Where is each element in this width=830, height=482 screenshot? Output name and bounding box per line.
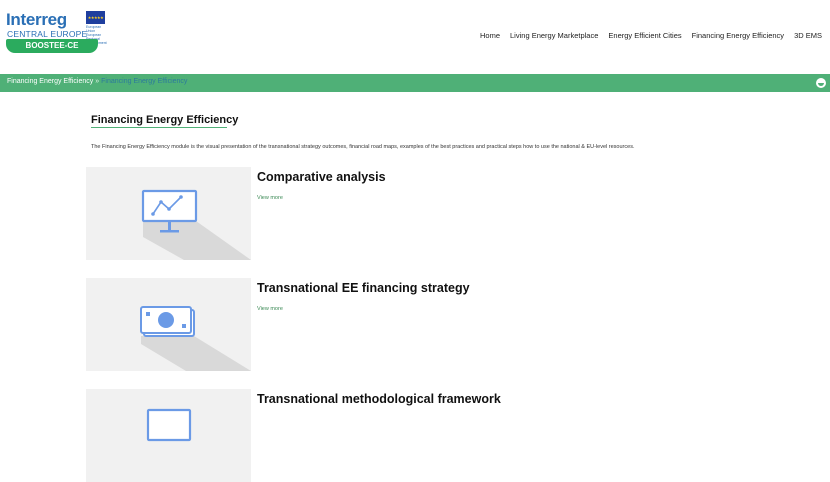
breadcrumb-parent[interactable]: Financing Energy Efficiency	[7, 78, 93, 85]
card-title[interactable]: Transnational methodological framework	[257, 392, 501, 406]
monitor-chart-icon	[141, 189, 251, 260]
breadcrumb-current: Financing Energy Efficiency	[101, 78, 188, 85]
intro-text: The Financing Energy Efficiency module i…	[91, 144, 635, 150]
page-title: Financing Energy Efficiency	[91, 114, 239, 126]
main-navigation: Home Living Energy Marketplace Energy Ef…	[480, 31, 822, 40]
nav-item-financing-energy-efficiency[interactable]: Financing Energy Efficiency	[692, 31, 784, 40]
nav-item-3d-ems[interactable]: 3D EMS	[794, 31, 822, 40]
nav-item-living-energy-marketplace[interactable]: Living Energy Marketplace	[510, 31, 598, 40]
card-thumbnail[interactable]	[86, 389, 251, 482]
globe-icon[interactable]	[816, 78, 826, 88]
card-thumbnail[interactable]	[86, 278, 251, 371]
view-more-link[interactable]: View more	[257, 306, 283, 312]
logo-wordmark: Interreg	[6, 10, 67, 29]
interreg-logo[interactable]: Interreg CENTRAL EUROPE ★★★★★ European U…	[6, 10, 107, 54]
breadcrumb: Financing Energy Efficiency» Financing En…	[7, 78, 187, 85]
breadcrumb-separator: »	[95, 78, 100, 85]
nav-item-energy-efficient-cities[interactable]: Energy Efficient Cities	[608, 31, 681, 40]
site-header: Interreg CENTRAL EUROPE ★★★★★ European U…	[0, 0, 830, 74]
eu-flag-icon: ★★★★★	[86, 11, 105, 24]
title-underline	[91, 127, 227, 128]
banknote-icon	[140, 306, 251, 371]
view-more-link[interactable]: View more	[257, 195, 283, 201]
logo-subtitle: CENTRAL EUROPE	[7, 29, 88, 39]
card-title[interactable]: Comparative analysis	[257, 170, 386, 184]
breadcrumb-bar: Financing Energy Efficiency» Financing En…	[0, 74, 830, 92]
nav-item-home[interactable]: Home	[480, 31, 500, 40]
card-title[interactable]: Transnational EE financing strategy	[257, 281, 470, 295]
card-thumbnail[interactable]	[86, 167, 251, 260]
project-badge: BOOSTEE-CE	[6, 39, 98, 53]
monitor-icon	[146, 408, 192, 442]
